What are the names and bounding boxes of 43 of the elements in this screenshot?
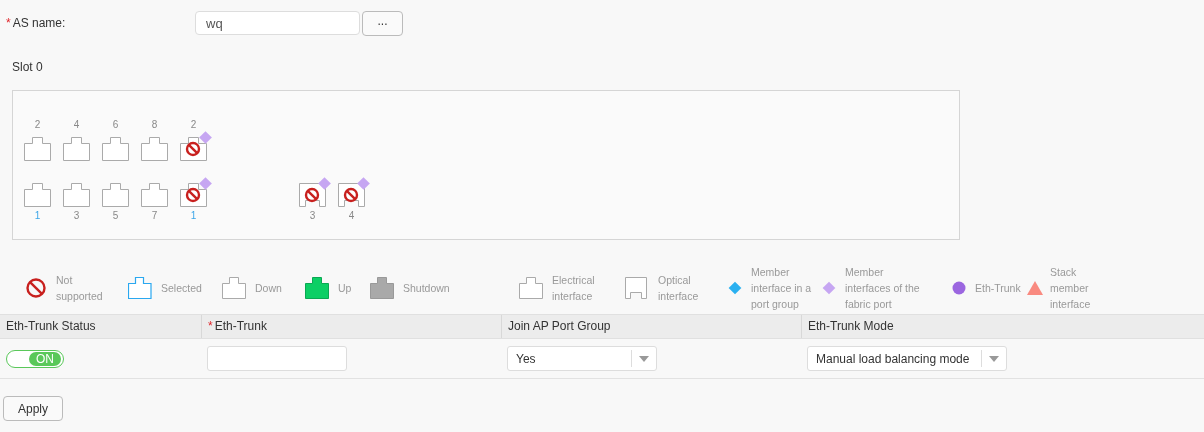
as-name-field[interactable]: wq <box>195 11 360 35</box>
port-number: 2 <box>189 119 198 131</box>
dropdown[interactable]: Yes <box>507 346 657 371</box>
dropdown[interactable]: Manual load balancing mode <box>807 346 1007 371</box>
port-number: 6 <box>111 119 120 131</box>
legend-label: Eth-Trunk <box>975 281 1021 296</box>
legend-label: Shutdown <box>403 281 450 296</box>
legend-label: Selected <box>161 281 202 296</box>
column-header: Eth-Trunk <box>214 319 267 333</box>
legend-label: Member interfaces of the fabric port <box>845 265 921 312</box>
port-icon[interactable] <box>299 177 332 207</box>
legend-label: Down <box>255 281 282 296</box>
required-mark: * <box>208 319 213 333</box>
legend-label: Optical interface <box>658 273 700 304</box>
port-number: 5 <box>111 210 120 222</box>
column-header: Eth-Trunk Mode <box>808 319 894 333</box>
port-number: 1 <box>189 210 198 222</box>
legend-label: Electrical interface <box>552 273 596 304</box>
port-icon[interactable] <box>180 131 213 161</box>
port-icon[interactable] <box>338 177 371 207</box>
port-number: 4 <box>347 210 356 222</box>
slot-title: Slot 0 <box>12 60 44 74</box>
port-number: 7 <box>150 210 159 222</box>
caret-icon <box>639 355 649 362</box>
caret-icon <box>989 355 999 362</box>
port-number: 3 <box>308 210 317 222</box>
port-number: 2 <box>33 119 42 131</box>
port-number: 3 <box>72 210 81 222</box>
eth-trunk-field[interactable] <box>207 346 347 371</box>
port-icon[interactable] <box>180 177 213 207</box>
browse-button[interactable]: ... <box>362 10 403 36</box>
legend-label: Not supported <box>56 273 104 304</box>
required-mark: * <box>6 16 11 30</box>
port-number: 1 <box>33 210 42 222</box>
column-header: Eth-Trunk Status <box>6 319 96 333</box>
apply-button[interactable]: Apply <box>3 396 63 421</box>
column-header: Join AP Port Group <box>508 319 611 333</box>
field-label: AS name: <box>12 16 66 30</box>
legend-label: Up <box>338 281 352 296</box>
port-number: 4 <box>72 119 81 131</box>
legend-label: Stack member interface <box>1050 265 1092 312</box>
port-number: 8 <box>150 119 159 131</box>
legend-label: Member interface in a port group <box>751 265 813 312</box>
